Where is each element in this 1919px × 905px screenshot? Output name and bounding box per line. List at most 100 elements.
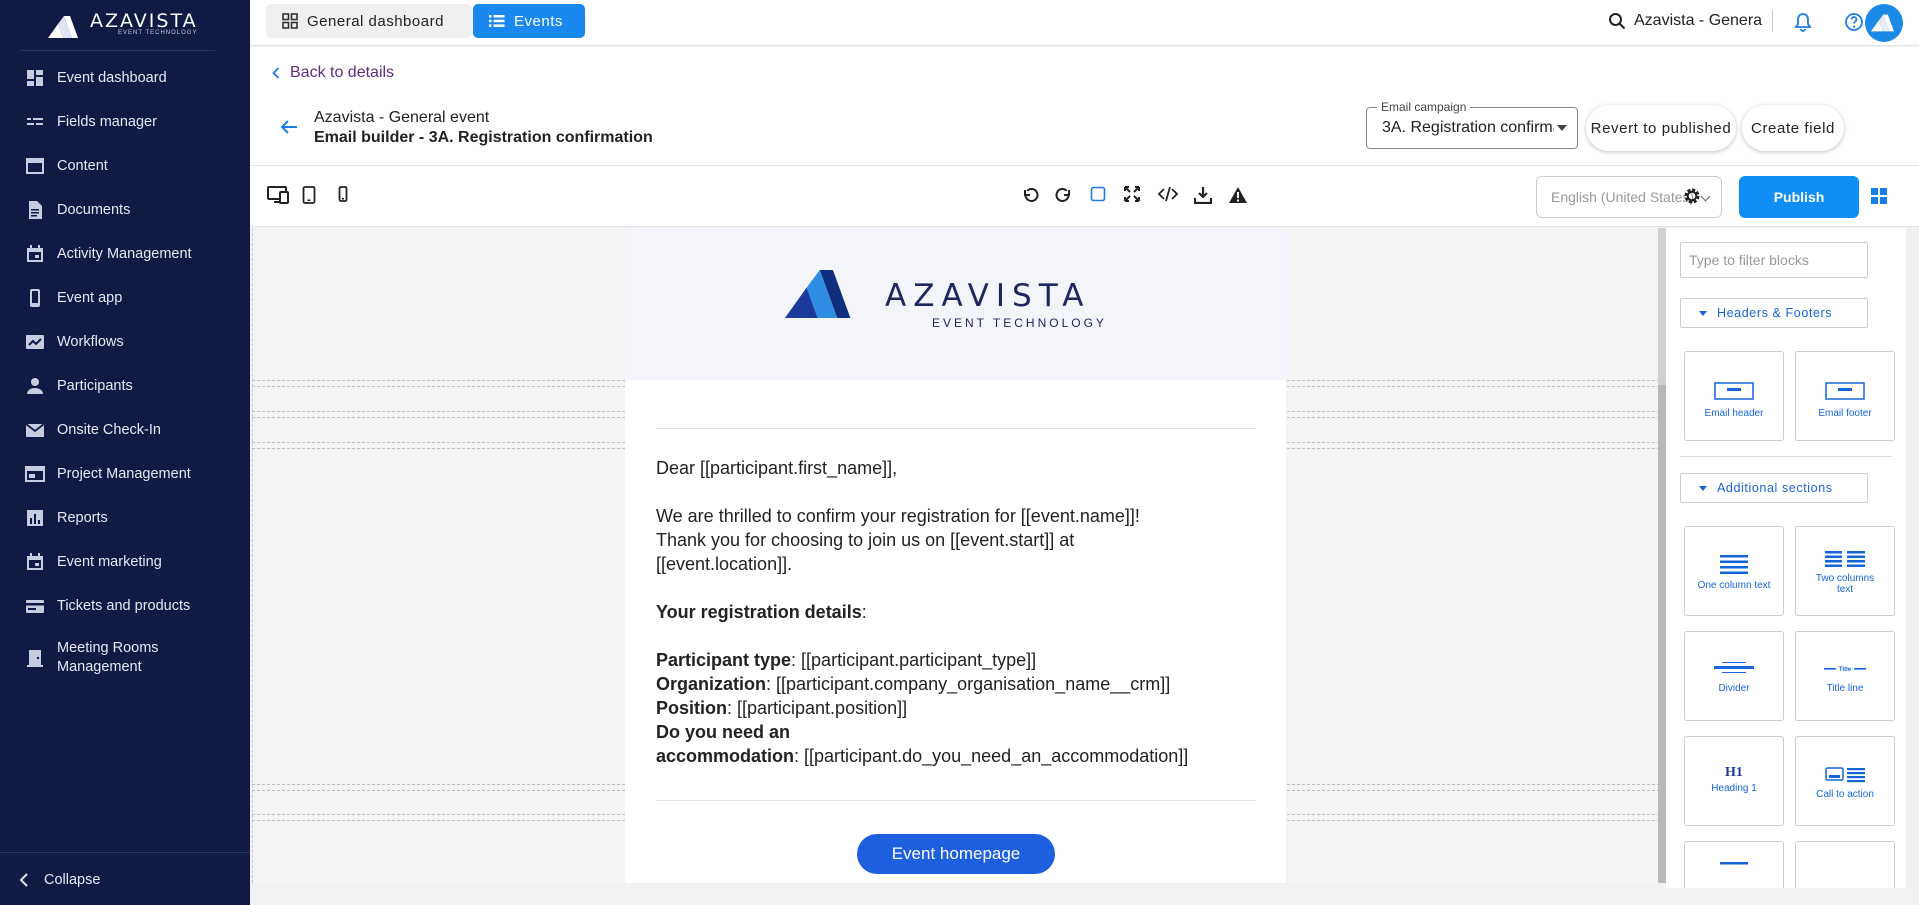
tab-events[interactable]: Events	[473, 4, 585, 38]
block-partial[interactable]	[1684, 841, 1784, 888]
page-header: Back to details Azavista - General event…	[250, 47, 1919, 165]
panel-scrollbar[interactable]	[1906, 228, 1919, 888]
fullscreen-icon[interactable]	[1124, 186, 1140, 202]
detail-row: Do you need an	[656, 720, 1188, 744]
tab-label: General dashboard	[307, 12, 444, 30]
section-additional-sections[interactable]: Additional sections	[1680, 473, 1868, 503]
sidebar-item-workflows[interactable]: Workflows	[0, 324, 250, 360]
sidebar-item-onsite-check-in[interactable]: Onsite Check-In	[0, 412, 250, 448]
email-document[interactable]: AZAVISTA EVENT TECHNOLOGY Dear [[partici…	[625, 228, 1286, 883]
blocks-panel-icon[interactable]	[1870, 187, 1888, 205]
project-icon	[25, 466, 45, 482]
help-icon[interactable]	[1844, 12, 1864, 32]
block-email-header[interactable]: Email header	[1684, 351, 1784, 441]
publish-button[interactable]: Publish	[1739, 176, 1859, 218]
detail-row: accommodation: [[participant.do_you_need…	[656, 744, 1188, 768]
filter-blocks-input[interactable]: Type to filter blocks	[1680, 242, 1868, 278]
bell-icon[interactable]	[1794, 12, 1812, 32]
code-icon[interactable]	[1158, 186, 1178, 202]
email-line: We are thrilled to confirm your registra…	[656, 506, 1140, 526]
email-campaign-select[interactable]: Email campaign 3A. Registration confirma…	[1366, 100, 1578, 149]
email-header-block[interactable]: AZAVISTA EVENT TECHNOLOGY	[625, 228, 1286, 380]
title-glyph: Title	[1839, 667, 1852, 673]
grid-icon	[282, 13, 298, 29]
divider-icon	[1714, 662, 1754, 673]
azavista-logo-icon	[784, 270, 851, 318]
tab-general-dashboard[interactable]: General dashboard	[266, 4, 472, 38]
reports-icon	[27, 510, 43, 526]
event-search[interactable]: Azavista - General event	[1608, 10, 1773, 32]
sidebar-item-meeting-rooms-management[interactable]: Meeting Rooms Management	[0, 638, 250, 678]
sidebar-item-project-management[interactable]: Project Management	[0, 456, 250, 492]
sidebar-item-label: Documents	[57, 201, 131, 218]
block-title-line[interactable]: Title Title line	[1795, 631, 1895, 721]
sidebar-item-activity-management[interactable]: Activity Management	[0, 236, 250, 272]
redo-icon[interactable]	[1055, 186, 1073, 204]
block-heading-1[interactable]: H1 Heading 1	[1684, 736, 1784, 826]
two-columns-text-icon	[1825, 551, 1865, 567]
collapse-button[interactable]: Collapse	[0, 862, 250, 898]
sidebar: AZAVISTA EVENT TECHNOLOGY Event dashboar…	[0, 0, 250, 905]
sidebar-item-participants[interactable]: Participants	[0, 368, 250, 404]
sidebar-item-reports[interactable]: Reports	[0, 500, 250, 536]
block-email-footer[interactable]: Email footer	[1795, 351, 1895, 441]
avatar[interactable]	[1865, 4, 1903, 42]
tablet-view-icon[interactable]	[302, 186, 316, 204]
search-icon	[1609, 13, 1626, 30]
sidebar-item-documents[interactable]: Documents	[0, 192, 250, 228]
outline-view-icon[interactable]	[1090, 186, 1106, 202]
sidebar-item-fields-manager[interactable]: Fields manager	[0, 104, 250, 140]
download-icon[interactable]	[1194, 186, 1212, 204]
block-one-column-text[interactable]: One column text	[1684, 526, 1784, 616]
gear-icon[interactable]	[1683, 187, 1701, 205]
scrollbar-thumb[interactable]	[1658, 385, 1666, 883]
section-label: Headers & Footers	[1717, 306, 1833, 320]
caret-down-icon	[1699, 485, 1707, 491]
section-headers-footers[interactable]: Headers & Footers	[1680, 298, 1868, 328]
block-divider[interactable]: Divider	[1684, 631, 1784, 721]
block-partial[interactable]	[1795, 841, 1895, 888]
page-bottom	[250, 888, 1919, 905]
detail-label: Participant type	[656, 650, 792, 670]
revert-to-published-button[interactable]: Revert to published	[1586, 105, 1736, 151]
section-label: Additional sections	[1717, 481, 1833, 495]
chevron-left-icon	[19, 873, 28, 887]
details-heading: Your registration details:	[656, 600, 1188, 624]
undo-icon[interactable]	[1021, 186, 1039, 204]
block-label: Email footer	[1818, 408, 1872, 419]
logo-word: AZAVISTA	[90, 10, 198, 32]
event-homepage-button[interactable]: Event homepage	[857, 834, 1055, 874]
page-title: Email builder - 3A. Registration confirm…	[314, 129, 653, 146]
canvas-scrollbar[interactable]	[1658, 228, 1666, 883]
details-heading-colon: :	[861, 602, 867, 622]
app-logo[interactable]: AZAVISTA EVENT TECHNOLOGY	[48, 8, 218, 48]
sidebar-item-content[interactable]: Content	[0, 148, 250, 184]
block-label: One column text	[1697, 580, 1771, 591]
warning-icon[interactable]	[1228, 186, 1248, 204]
text-block-icon	[1720, 862, 1748, 865]
email-logo: AZAVISTA EVENT TECHNOLOGY	[782, 270, 1104, 330]
email-body-text[interactable]: Dear [[participant.first_name]], We are …	[656, 456, 1188, 768]
editor-toolbar: English (United States) Publish	[250, 165, 1919, 227]
email-canvas[interactable]: AZAVISTA EVENT TECHNOLOGY Dear [[partici…	[252, 228, 1660, 883]
block-two-columns-text[interactable]: Two columns text	[1795, 526, 1895, 616]
sidebar-item-event-app[interactable]: Event app	[0, 280, 250, 316]
sidebar-item-label: Event app	[57, 289, 123, 306]
chevron-down-icon	[1700, 191, 1711, 202]
sidebar-item-event-marketing[interactable]: Event marketing	[0, 544, 250, 580]
create-field-button[interactable]: Create field	[1742, 105, 1844, 151]
arrow-left-icon[interactable]	[280, 119, 298, 135]
detail-value: : [[participant.company_organisation_nam…	[766, 674, 1171, 694]
desktop-view-icon[interactable]	[266, 185, 290, 205]
sidebar-item-label: Participants	[57, 377, 133, 394]
detail-label: Organization	[656, 674, 767, 694]
back-to-details-link[interactable]: Back to details	[272, 64, 394, 82]
sidebar-divider	[20, 50, 215, 51]
sidebar-item-event-dashboard[interactable]: Event dashboard	[0, 60, 250, 96]
mobile-view-icon[interactable]	[338, 186, 348, 202]
sidebar-item-label: Content	[57, 157, 108, 174]
logo-tagline: EVENT TECHNOLOGY	[118, 30, 198, 36]
sidebar-item-label: Workflows	[57, 333, 124, 350]
block-call-to-action[interactable]: Call to action	[1795, 736, 1895, 826]
sidebar-item-tickets-and-products[interactable]: Tickets and products	[0, 588, 250, 624]
